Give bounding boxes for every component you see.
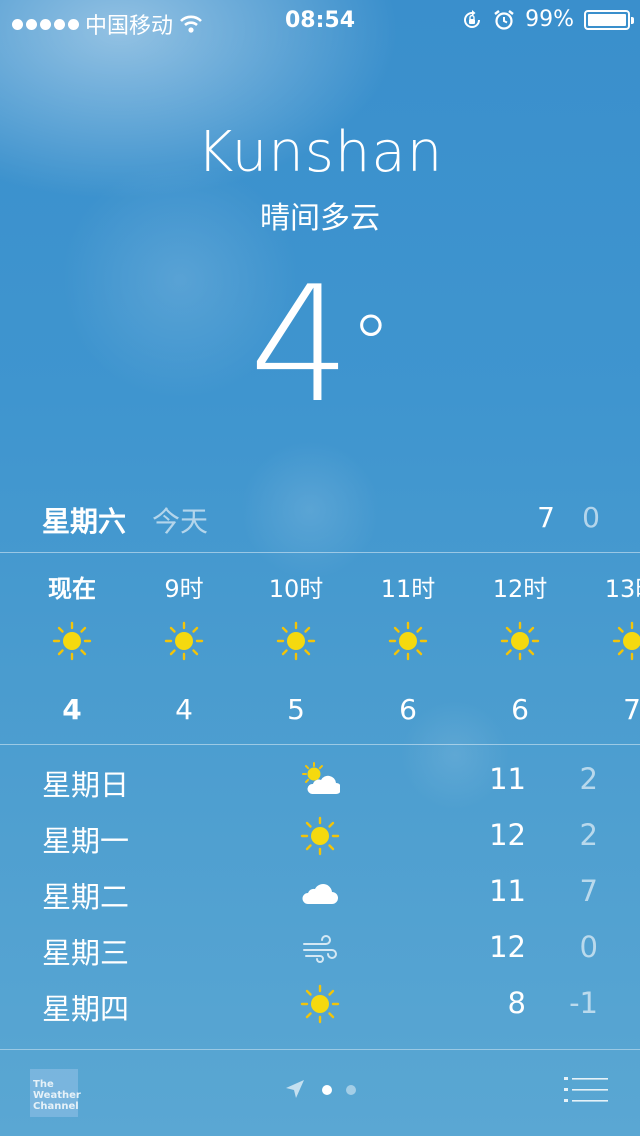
cloud-icon: [302, 884, 338, 904]
daily-high: 12: [489, 818, 526, 852]
today-weekday: 星期六: [42, 505, 127, 538]
sun-icon: [52, 621, 92, 661]
daily-high: 11: [489, 762, 526, 796]
hourly-forecast[interactable]: 现在 4 9时 4 10时 5 11时 6 12时 6 13时 7: [0, 553, 640, 743]
daily-row: 星期四 8 -1: [0, 976, 640, 1032]
today-high: 7: [537, 501, 555, 534]
weather-screen: 中国移动 08:54 99% Kunshan 晴间多云 4° 星期六 今天 7 …: [0, 0, 640, 1136]
daily-low: 0: [579, 930, 598, 964]
sun-icon: [500, 621, 540, 661]
hour-temp: 6: [399, 693, 417, 726]
hour-temp: 4: [175, 693, 193, 726]
degree-symbol: °: [350, 298, 391, 391]
hourly-item: 11时 6: [352, 553, 464, 743]
hour-label: 9时: [164, 575, 204, 603]
daily-low: 2: [579, 762, 598, 796]
sun-icon: [164, 621, 204, 661]
battery-percent: 99%: [525, 7, 574, 32]
location-arrow-icon[interactable]: [284, 1078, 306, 1100]
sun-icon: [276, 621, 316, 661]
hour-temp: 4: [62, 693, 82, 726]
hour-temp: 5: [287, 693, 305, 726]
daily-row: 星期三 12 0: [0, 920, 640, 976]
daily-row: 星期二 11 7: [0, 864, 640, 920]
current-temperature: 4°: [0, 260, 640, 430]
page-indicator-dot[interactable]: [346, 1085, 356, 1095]
hourly-item: 10时 5: [240, 553, 352, 743]
today-label: 今天: [152, 505, 209, 538]
weekday-name: 星期四: [42, 992, 130, 1026]
daily-high: 12: [489, 930, 526, 964]
hourly-item: 现在 4: [16, 553, 128, 743]
hour-label: 11时: [380, 575, 436, 603]
divider: [0, 744, 640, 745]
today-low: 0: [582, 501, 600, 534]
page-indicator-dot-active[interactable]: [322, 1085, 332, 1095]
sun-icon: [300, 816, 340, 856]
bottom-toolbar: The Weather Channel: [0, 1049, 640, 1136]
hour-label: 10时: [268, 575, 324, 603]
hour-label: 13时: [604, 575, 640, 603]
hour-temp: 6: [511, 693, 529, 726]
temperature-value: 4: [249, 251, 351, 438]
daily-high: 11: [489, 874, 526, 908]
weekday-name: 星期二: [42, 880, 130, 914]
wind-icon: [303, 935, 337, 963]
status-right-group: 99%: [461, 7, 634, 32]
daily-high: 8: [507, 986, 526, 1020]
city-list-icon[interactable]: [564, 1075, 610, 1105]
hour-label: 12时: [492, 575, 548, 603]
weekday-name: 星期一: [42, 824, 130, 858]
sun-icon: [388, 621, 428, 661]
alarm-clock-icon: [494, 9, 514, 30]
toolbar-divider: [0, 1049, 640, 1050]
hourly-item: 9时 4: [128, 553, 240, 743]
weather-channel-logo[interactable]: The Weather Channel: [30, 1069, 81, 1117]
city-name: Kunshan: [196, 120, 444, 185]
weather-condition: 晴间多云: [260, 201, 380, 236]
hourly-item: 12时 6: [464, 553, 576, 743]
daily-row: 星期一 12 2: [0, 808, 640, 864]
status-bar: 中国移动 08:54 99%: [0, 0, 640, 40]
battery-icon: [584, 9, 634, 30]
hour-temp: 7: [623, 693, 640, 726]
sun-icon: [612, 621, 640, 661]
logo-text: The Weather Channel: [33, 1079, 81, 1112]
daily-low: 7: [579, 874, 598, 908]
daily-row: 星期日 11 2: [0, 752, 640, 808]
hour-label: 现在: [48, 575, 96, 603]
daily-low: 2: [579, 818, 598, 852]
weekday-name: 星期三: [42, 936, 130, 970]
partly-cloudy-icon: [302, 762, 340, 794]
rotation-lock-icon: [464, 9, 481, 28]
daily-low: -1: [569, 986, 598, 1020]
sun-icon: [300, 984, 340, 1024]
hourly-item: 13时 7: [576, 553, 640, 743]
today-summary-row: 星期六 今天 7 0: [0, 495, 640, 541]
weekday-name: 星期日: [42, 768, 130, 802]
